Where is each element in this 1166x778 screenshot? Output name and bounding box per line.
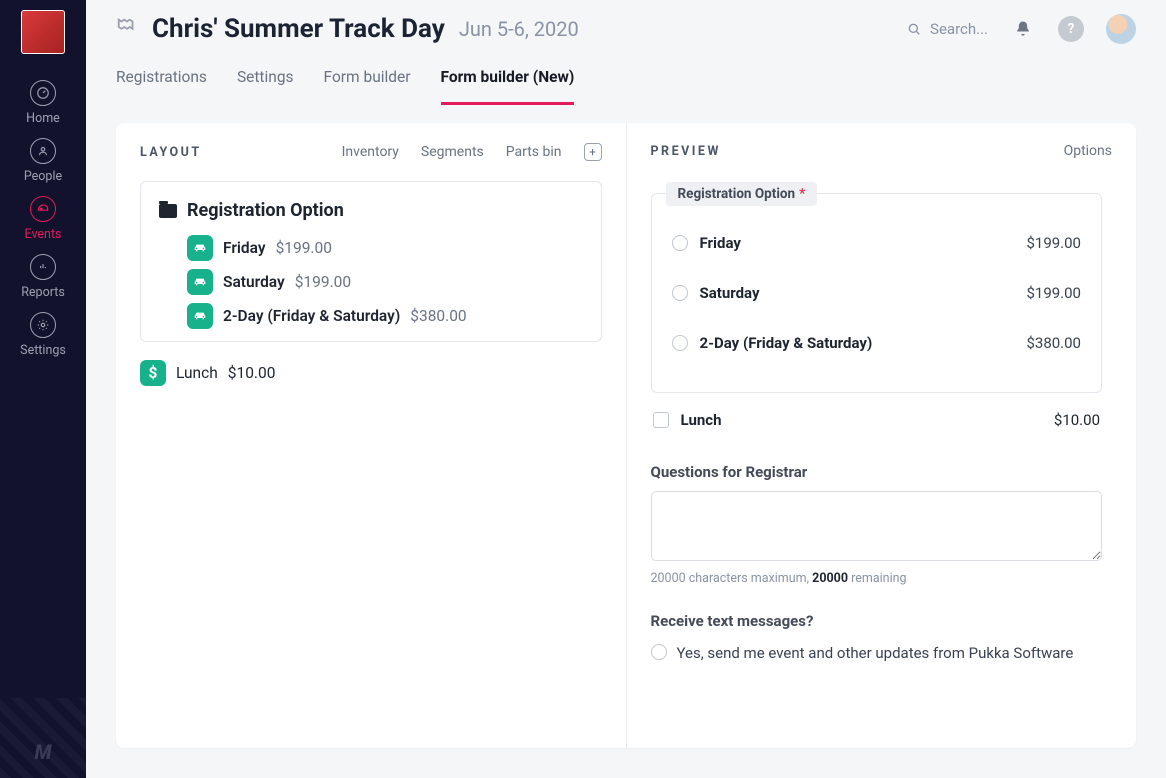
chart-icon xyxy=(30,254,56,280)
sidebar-item-label: Settings xyxy=(20,343,66,358)
topbar: Chris' Summer Track Day Jun 5-6, 2020 Se… xyxy=(86,0,1166,44)
checkbox-input[interactable] xyxy=(653,412,669,428)
sidebar-item-events[interactable]: Events xyxy=(0,196,86,242)
layout-item-name: 2-Day (Friday & Saturday) xyxy=(223,307,400,325)
brand-image[interactable] xyxy=(21,10,65,54)
layout-link-segments[interactable]: Segments xyxy=(421,144,484,160)
person-icon xyxy=(30,138,56,164)
option-price: $380.00 xyxy=(1026,334,1081,352)
sidebar: Home People Events Reports Settings xyxy=(0,0,86,778)
sidebar-item-label: People xyxy=(24,169,62,184)
option-label: 2-Day (Friday & Saturday) xyxy=(700,334,873,352)
car-icon xyxy=(187,235,213,261)
questions-label: Questions for Registrar xyxy=(651,463,1103,481)
preview-options-link[interactable]: Options xyxy=(1064,143,1112,159)
search-input[interactable]: Search... xyxy=(906,20,988,38)
radio-input[interactable] xyxy=(672,235,688,251)
layout-link-parts-bin[interactable]: Parts bin xyxy=(506,144,562,160)
layout-item[interactable]: Friday $199.00 xyxy=(187,235,583,261)
folder-icon xyxy=(159,204,177,218)
layout-item-lunch[interactable]: $ Lunch $10.00 xyxy=(140,360,602,386)
flag-icon xyxy=(116,16,138,43)
layout-item[interactable]: Saturday $199.00 xyxy=(187,269,583,295)
fieldset-legend: Registration Option* xyxy=(666,182,818,206)
radio-input[interactable] xyxy=(672,335,688,351)
tab-form-builder[interactable]: Form builder xyxy=(324,68,411,105)
sidebar-item-settings[interactable]: Settings xyxy=(0,312,86,358)
gear-icon xyxy=(30,312,56,338)
preview-pane: PREVIEW Options Registration Option* Fri… xyxy=(626,123,1137,748)
registration-group[interactable]: Registration Option Friday $199.00 xyxy=(140,181,602,342)
layout-item-name: Friday xyxy=(223,239,266,257)
required-mark: * xyxy=(799,186,805,202)
layout-item-price: $199.00 xyxy=(295,273,351,291)
registration-option-fieldset: Registration Option* Friday $199.00 Satu… xyxy=(651,193,1103,393)
preview-lunch-row[interactable]: Lunch $10.00 xyxy=(651,393,1103,437)
layout-title: LAYOUT xyxy=(140,145,202,160)
sidebar-item-label: Events xyxy=(25,227,62,242)
add-button[interactable]: + xyxy=(584,143,602,161)
option-price: $199.00 xyxy=(1026,284,1081,302)
sms-label: Receive text messages? xyxy=(651,612,1103,630)
sms-option-row[interactable]: Yes, send me event and other updates fro… xyxy=(651,644,1103,662)
option-label: Lunch xyxy=(681,411,722,429)
layout-item-price: $10.00 xyxy=(228,364,276,382)
layout-item-name: Lunch xyxy=(176,364,218,382)
page-title: Chris' Summer Track Day xyxy=(152,14,445,44)
sidebar-item-label: Home xyxy=(26,111,60,126)
layout-item-price: $199.00 xyxy=(276,239,332,257)
preview-title: PREVIEW xyxy=(651,144,721,159)
search-icon xyxy=(906,21,922,37)
dollar-icon: $ xyxy=(140,360,166,386)
help-icon[interactable]: ? xyxy=(1058,16,1084,42)
preview-option-row[interactable]: Friday $199.00 xyxy=(670,218,1084,268)
sms-option-text: Yes, send me event and other updates fro… xyxy=(677,644,1074,662)
character-hint: 20000 characters maximum, 20000 remainin… xyxy=(651,571,1103,586)
option-price: $10.00 xyxy=(1054,411,1100,429)
notifications-icon[interactable] xyxy=(1010,16,1036,42)
questions-textarea[interactable] xyxy=(651,491,1103,561)
brand-mark: M xyxy=(0,698,86,778)
car-icon xyxy=(187,303,213,329)
tab-settings[interactable]: Settings xyxy=(237,68,294,105)
sidebar-item-reports[interactable]: Reports xyxy=(0,254,86,300)
registration-group-title: Registration Option xyxy=(187,200,344,221)
layout-item[interactable]: 2-Day (Friday & Saturday) $380.00 xyxy=(187,303,583,329)
layout-pane: LAYOUT Inventory Segments Parts bin + Re… xyxy=(116,123,626,748)
helmet-icon xyxy=(30,196,56,222)
gauge-icon xyxy=(30,80,56,106)
option-label: Saturday xyxy=(700,284,760,302)
option-price: $199.00 xyxy=(1026,234,1081,252)
workspace: LAYOUT Inventory Segments Parts bin + Re… xyxy=(116,123,1136,748)
search-placeholder: Search... xyxy=(930,20,988,38)
radio-input[interactable] xyxy=(672,285,688,301)
car-icon xyxy=(187,269,213,295)
layout-link-inventory[interactable]: Inventory xyxy=(342,144,399,160)
tabs: Registrations Settings Form builder Form… xyxy=(86,44,1166,105)
sidebar-item-home[interactable]: Home xyxy=(0,80,86,126)
sidebar-item-label: Reports xyxy=(21,285,65,300)
layout-item-price: $380.00 xyxy=(410,307,466,325)
preview-option-row[interactable]: 2-Day (Friday & Saturday) $380.00 xyxy=(670,318,1084,368)
preview-option-row[interactable]: Saturday $199.00 xyxy=(670,268,1084,318)
layout-item-name: Saturday xyxy=(223,273,285,291)
radio-input[interactable] xyxy=(651,644,667,660)
sidebar-item-people[interactable]: People xyxy=(0,138,86,184)
page-date: Jun 5-6, 2020 xyxy=(459,17,579,41)
option-label: Friday xyxy=(700,234,741,252)
tab-form-builder-new[interactable]: Form builder (New) xyxy=(441,68,575,105)
main: Chris' Summer Track Day Jun 5-6, 2020 Se… xyxy=(86,0,1166,778)
tab-registrations[interactable]: Registrations xyxy=(116,68,207,105)
avatar[interactable] xyxy=(1106,14,1136,44)
